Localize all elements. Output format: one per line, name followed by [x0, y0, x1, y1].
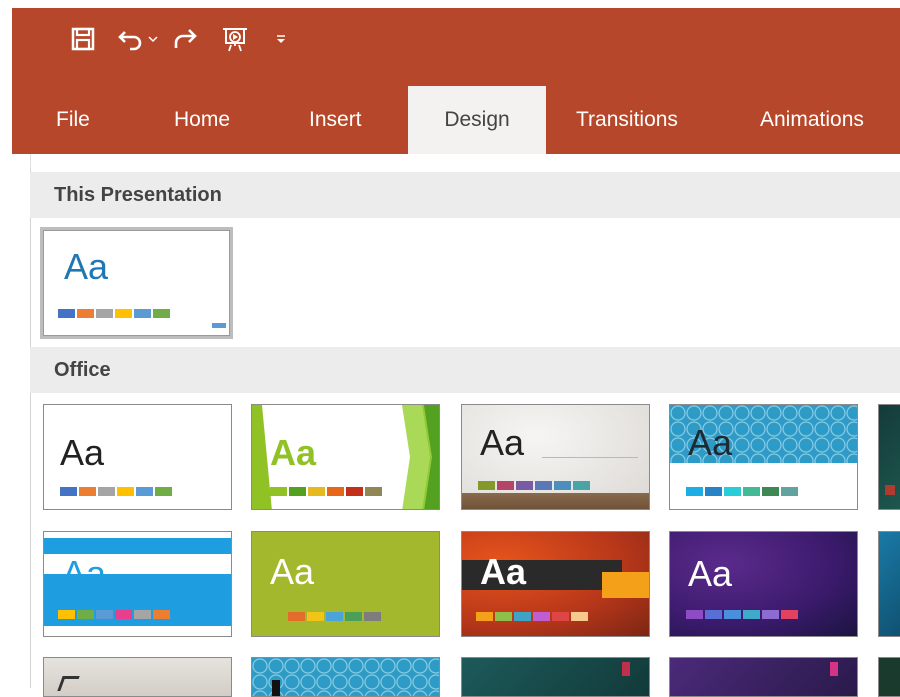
ribbon-body-edge — [12, 154, 31, 244]
theme-thumb-text: Aa — [688, 422, 733, 463]
theme-thumb-text: Aa — [270, 432, 317, 473]
accent-mark — [622, 662, 630, 676]
theme-thumb-text: Aa — [688, 553, 733, 594]
theme-thumb-wisp[interactable]: Aa — [251, 531, 440, 637]
theme-thumb-text: Aa — [270, 551, 315, 592]
accent-mark — [885, 485, 895, 495]
ribbon: File Home Insert Design Transitions Anim… — [12, 8, 900, 154]
theme-thumb-organic[interactable]: Aa — [461, 404, 650, 510]
color-swatches — [476, 612, 590, 621]
theme-thumb-text: Aa — [64, 246, 109, 287]
color-swatches — [686, 487, 800, 496]
theme-thumb-circuit[interactable]: Aa — [461, 531, 650, 637]
theme-thumb-text: Aa — [480, 422, 525, 463]
quick-access-toolbar — [12, 8, 900, 78]
theme-thumb-retrospect[interactable]: Aa — [43, 531, 232, 637]
tab-file[interactable]: File — [56, 86, 90, 154]
color-swatches — [270, 487, 384, 496]
glyph-fragment — [57, 676, 80, 691]
glyph-fragment — [272, 680, 280, 696]
section-label: Office — [54, 359, 111, 381]
theme-thumb-celestial[interactable]: Aa — [669, 531, 858, 637]
theme-thumb-text: Aa — [480, 551, 527, 592]
color-swatches — [478, 481, 592, 490]
ribbon-tabs: File Home Insert Design Transitions Anim… — [12, 86, 900, 154]
color-swatches — [60, 487, 174, 496]
theme-thumb-facet[interactable]: Aa — [251, 404, 440, 510]
tab-animations[interactable]: Animations — [760, 86, 864, 154]
wood-strip — [462, 493, 649, 509]
color-swatches — [288, 612, 383, 621]
theme-thumb-row3-1[interactable] — [43, 657, 232, 697]
color-swatches — [58, 610, 172, 619]
tab-home[interactable]: Home — [174, 86, 230, 154]
theme-thumb-row3-3[interactable] — [461, 657, 650, 697]
section-header-office: Office — [30, 347, 900, 393]
undo-dropdown-icon[interactable] — [144, 24, 162, 54]
tab-insert[interactable]: Insert — [309, 86, 362, 154]
slide-number-mark — [212, 323, 226, 328]
theme-thumb-partial-2[interactable] — [878, 531, 900, 637]
theme-thumb-partial-1[interactable] — [878, 404, 900, 510]
theme-thumb-office[interactable]: Aa — [43, 404, 232, 510]
redo-icon[interactable] — [170, 24, 200, 54]
theme-thumb-row3-2[interactable] — [251, 657, 440, 697]
theme-thumb-text: Aa — [62, 553, 107, 594]
customize-toolbar-icon[interactable] — [270, 24, 292, 54]
tab-design[interactable]: Design — [408, 86, 546, 154]
theme-thumb-text: Aa — [60, 432, 105, 473]
theme-thumb-current[interactable]: Aa — [40, 227, 233, 339]
save-icon[interactable] — [68, 24, 98, 54]
divider-line — [542, 457, 638, 458]
color-swatches — [58, 309, 172, 318]
theme-thumb-ion[interactable]: Aa — [669, 404, 858, 510]
theme-thumb-row3-4[interactable] — [669, 657, 858, 697]
present-from-beginning-icon[interactable] — [220, 24, 250, 54]
undo-icon[interactable] — [116, 24, 146, 54]
color-swatches — [686, 610, 800, 619]
section-label: This Presentation — [54, 184, 222, 206]
section-header-this-presentation: This Presentation — [30, 172, 900, 218]
accent-mark — [830, 662, 838, 676]
tab-transitions[interactable]: Transitions — [576, 86, 678, 154]
theme-thumb-partial-3[interactable] — [878, 657, 900, 697]
accent-block — [602, 572, 649, 598]
